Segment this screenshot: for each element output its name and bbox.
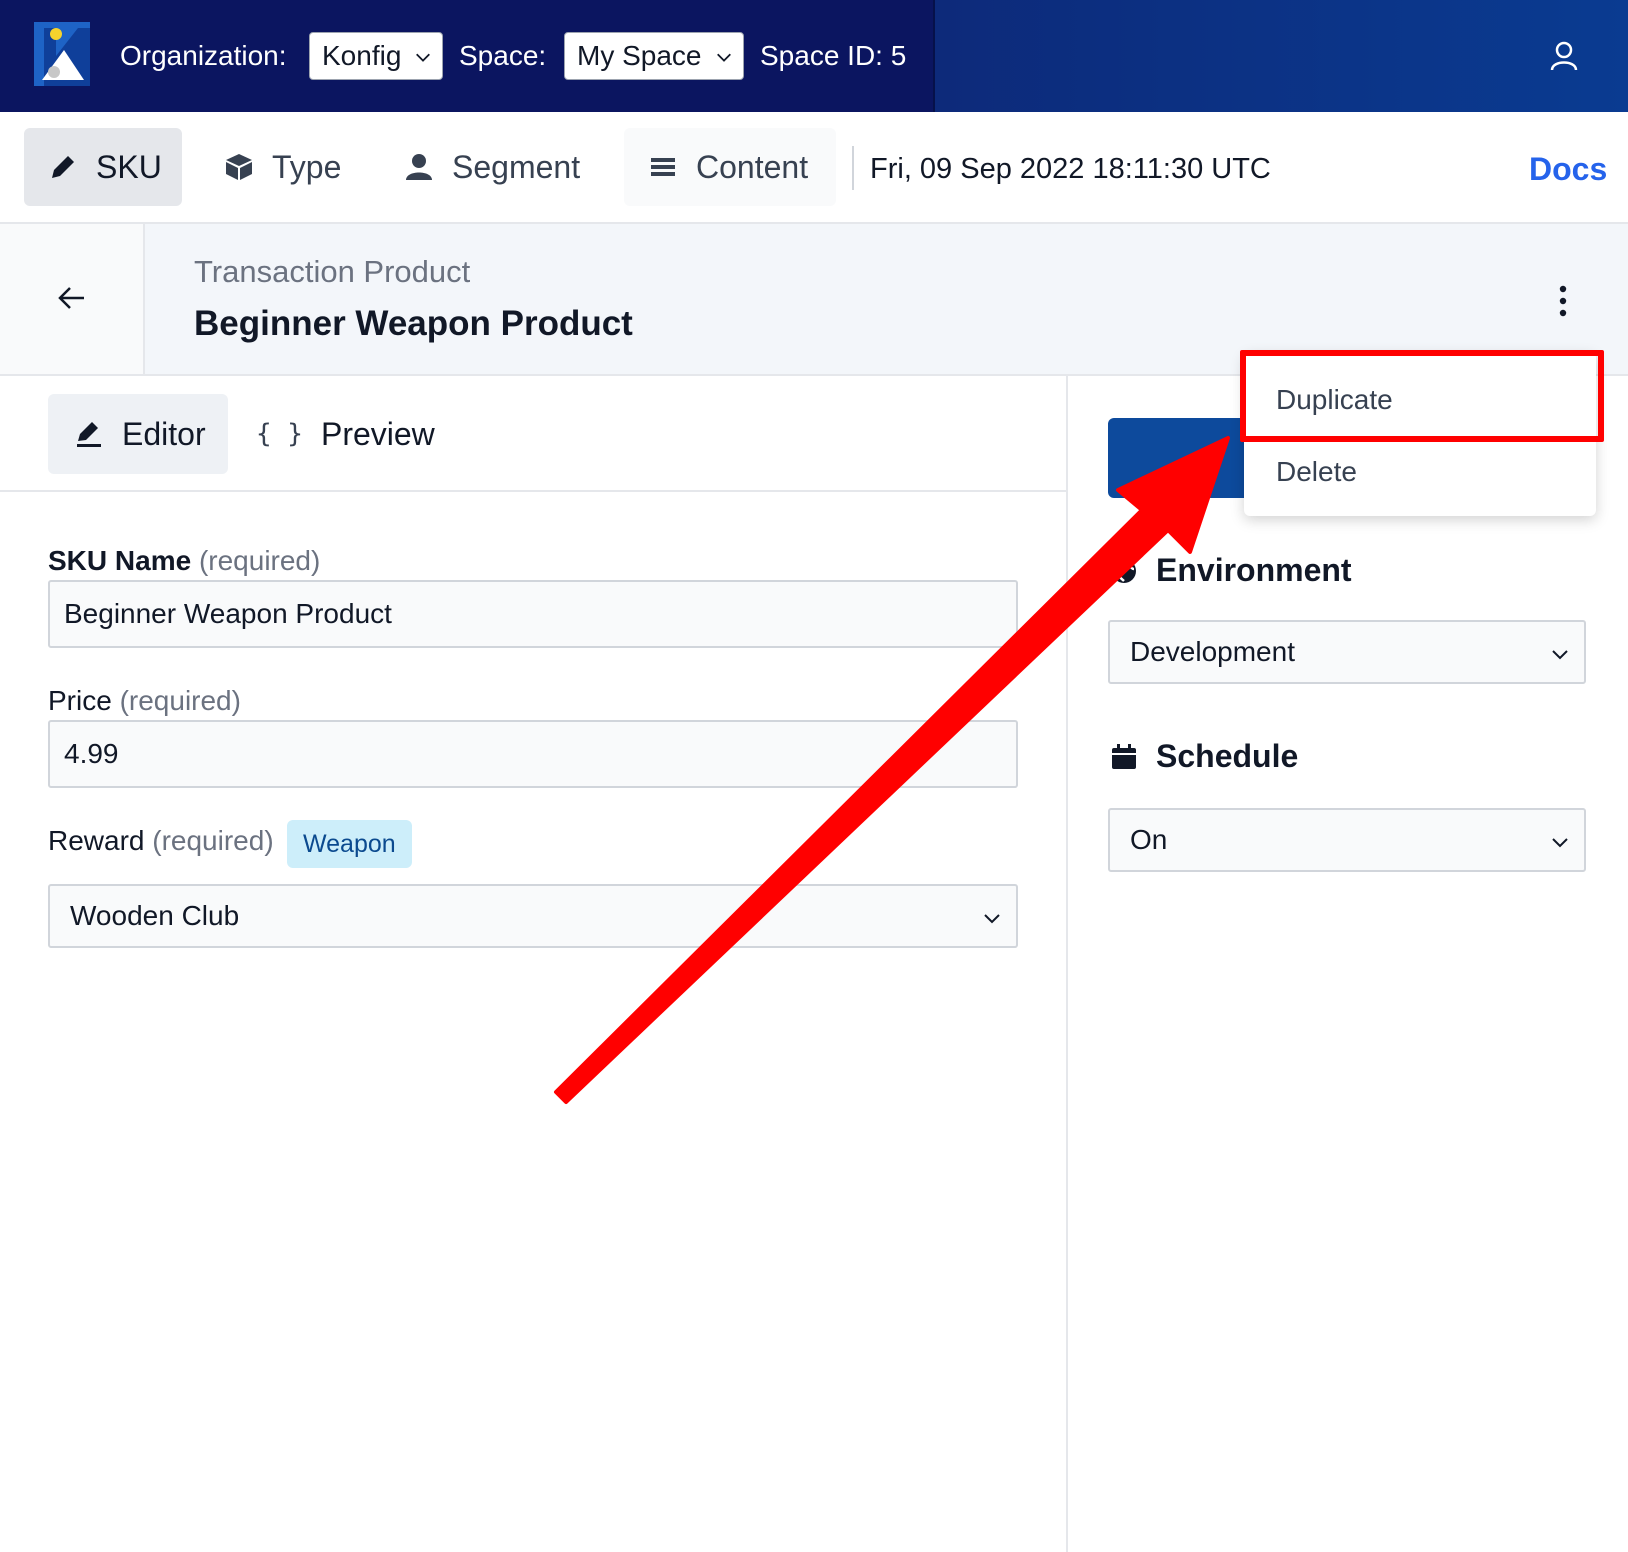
reward-type-badge: Weapon [287, 820, 412, 868]
chevron-down-icon [416, 53, 430, 62]
required-hint: (required) [119, 685, 241, 716]
tab-content[interactable]: Content [624, 128, 836, 206]
more-options-icon[interactable] [1548, 284, 1578, 318]
sku-name-label-text: SKU Name [48, 545, 192, 576]
schedule-heading: Schedule [1110, 738, 1298, 775]
space-id: Space ID: 5 [760, 40, 907, 71]
chevron-down-icon [717, 53, 731, 62]
space-select[interactable]: My Space [564, 32, 744, 80]
tab-type-label: Type [272, 148, 342, 185]
back-button[interactable] [0, 224, 145, 374]
menu-item-delete[interactable]: Delete [1276, 455, 1357, 489]
tab-preview-label: Preview [320, 415, 435, 452]
server-timestamp: Fri, 09 Sep 2022 18:11:30 UTC [870, 153, 1271, 185]
sku-name-label: SKU Name (required) [48, 544, 320, 578]
nav-separator [852, 146, 854, 190]
organization-label: Organization: [120, 40, 287, 71]
environment-heading: Environment [1110, 552, 1352, 589]
konfig-logo-icon[interactable] [34, 22, 90, 86]
arrow-left-icon [58, 287, 84, 309]
environment-label: Environment [1156, 552, 1352, 588]
tab-sku-label: SKU [96, 148, 162, 185]
required-hint: (required) [198, 545, 321, 576]
editor-pane: Editor { } Preview SKU Name (required) B… [0, 376, 1067, 1552]
top-bar-divider [933, 0, 935, 112]
space-value: My Space [577, 40, 702, 71]
tab-sku[interactable]: SKU [24, 128, 182, 206]
cube-icon [226, 154, 252, 180]
main-nav: SKU Type Segment Content Fri, 09 Sep 202… [0, 112, 1628, 224]
tab-editor-label: Editor [122, 415, 206, 452]
organization-value: Konfig [322, 40, 402, 71]
annotation-highlight-box [1240, 350, 1604, 442]
schedule-value: On [1130, 824, 1168, 855]
environment-select[interactable]: Development [1108, 620, 1586, 684]
schedule-label: Schedule [1156, 738, 1299, 774]
page-subtitle: Transaction Product [194, 254, 471, 289]
required-hint: (required) [152, 825, 274, 856]
editor-tabs: Editor { } Preview [0, 376, 1067, 492]
calendar-icon [1112, 743, 1136, 769]
globe-icon [1112, 558, 1136, 583]
list-icon [651, 158, 675, 176]
docs-link[interactable]: Docs [1529, 150, 1607, 188]
reward-select[interactable]: Wooden Club [48, 884, 1018, 948]
code-braces-icon: { } [256, 419, 303, 449]
settings-pane: Environment Development Schedule On [1068, 376, 1628, 1552]
tab-segment[interactable]: Segment [380, 128, 604, 206]
reward-value: Wooden Club [70, 900, 240, 931]
chevron-down-icon [1552, 838, 1568, 848]
tab-preview[interactable]: { } Preview [230, 394, 461, 474]
tab-type[interactable]: Type [200, 128, 365, 206]
tab-editor[interactable]: Editor [48, 394, 228, 474]
user-account-icon[interactable] [1548, 40, 1580, 72]
price-label-text: Price [48, 685, 112, 716]
page-title: Beginner Weapon Product [194, 304, 633, 343]
environment-value: Development [1130, 636, 1295, 667]
user-icon [406, 154, 432, 180]
price-label: Price (required) [48, 684, 241, 718]
sku-name-input[interactable]: Beginner Weapon Product [48, 580, 1018, 648]
space-label: Space: [459, 40, 547, 71]
price-input[interactable]: 4.99 [48, 720, 1018, 788]
tab-content-label: Content [696, 148, 809, 185]
tab-segment-label: Segment [452, 148, 581, 185]
chevron-down-icon [1552, 650, 1568, 660]
schedule-select[interactable]: On [1108, 808, 1586, 872]
pencil-icon [52, 156, 74, 178]
organization-select[interactable]: Konfig [309, 32, 443, 80]
top-bar: Organization: Konfig Space: My Space Spa… [0, 0, 1628, 112]
chevron-down-icon [984, 914, 1000, 924]
edit-icon [77, 422, 101, 447]
reward-label: Reward (required) [48, 824, 274, 858]
reward-label-text: Reward [48, 825, 145, 856]
